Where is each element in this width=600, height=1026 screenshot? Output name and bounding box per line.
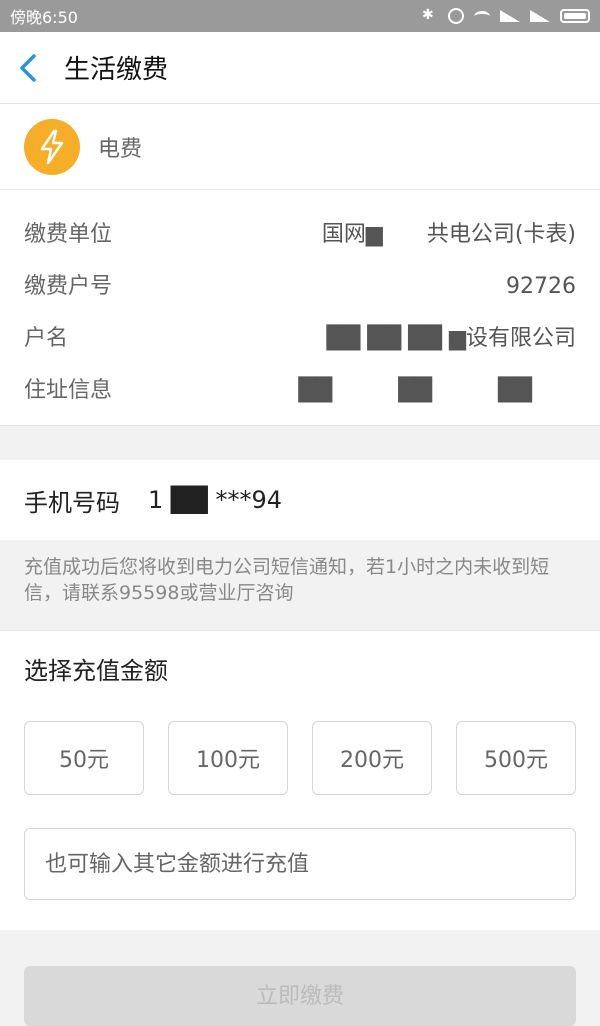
pay-now-button[interactable]: 立即缴费 [24, 966, 576, 1026]
lightning-icon [40, 129, 64, 164]
info-value: 92726 [374, 274, 576, 299]
info-label: 缴费单位 [24, 222, 113, 247]
sms-notice: 充值成功后您将收到电力公司短信通知，若1小时之内未收到短信，请联系95598或营… [0, 540, 600, 630]
info-card: 缴费单位 国网▆ 共电公司(卡表) 缴费户号 92726 户名 ██ ██ ██… [0, 190, 600, 426]
info-value: ██ ██ ██ [298, 378, 576, 403]
chevron-left-icon [20, 53, 36, 82]
info-row-address: 住址信息 ██ ██ ██ [24, 368, 576, 408]
custom-amount-input[interactable] [24, 828, 576, 900]
amount-option-200[interactable]: 200元 [312, 721, 432, 795]
amount-option-500[interactable]: 500元 [456, 721, 576, 795]
nav-bar: 生活缴费 [0, 32, 600, 104]
info-label: 住址信息 [24, 378, 113, 403]
amount-card: 选择充值金额 50元 100元 200元 500元 [0, 630, 600, 930]
status-bar: 傍晚6:50 [0, 0, 600, 32]
alarm-icon [448, 8, 464, 24]
bluetooth-icon [420, 7, 438, 23]
page-title: 生活缴费 [64, 55, 169, 85]
phone-label: 手机号码 [24, 488, 120, 517]
phone-value: 1 ██ ***94 [148, 486, 282, 514]
amount-options: 50元 100元 200元 500元 [24, 721, 576, 795]
battery-icon [560, 9, 590, 23]
info-row-account: 缴费户号 92726 [24, 264, 576, 304]
wifi-icon [474, 10, 490, 22]
info-label: 缴费户号 [24, 274, 113, 299]
back-button[interactable] [0, 32, 56, 104]
amount-option-100[interactable]: 100元 [168, 721, 288, 795]
service-icon [24, 118, 80, 175]
status-icons [420, 7, 590, 24]
info-row-name: 户名 ██ ██ ██ ▆设有限公司 [24, 316, 576, 356]
phone-row: 手机号码 1 ██ ***94 [0, 460, 600, 540]
signal-icon [500, 10, 520, 22]
info-label: 户名 [24, 326, 69, 351]
service-row: 电费 [0, 104, 600, 190]
info-value: ██ ██ ██ ▆设有限公司 [326, 326, 576, 351]
info-row-unit: 缴费单位 国网▆ 共电公司(卡表) [24, 212, 576, 252]
signal-icon [530, 10, 550, 22]
status-time: 傍晚6:50 [10, 8, 78, 27]
amount-title: 选择充值金额 [24, 657, 168, 685]
info-value: 国网▆ 共电公司(卡表) [321, 222, 576, 247]
service-name: 电费 [98, 136, 143, 162]
amount-option-50[interactable]: 50元 [24, 721, 144, 795]
